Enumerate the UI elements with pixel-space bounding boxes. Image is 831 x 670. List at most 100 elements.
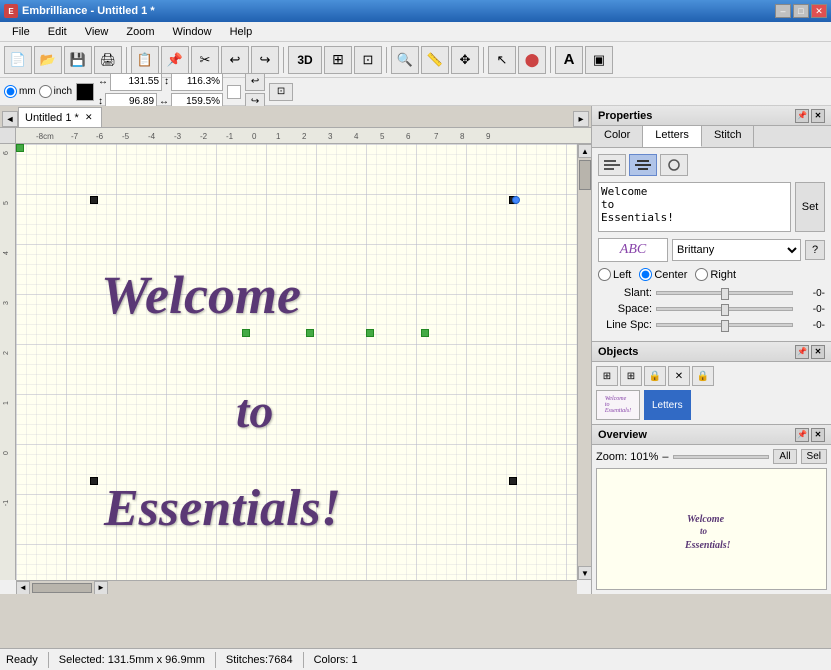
obj-tb-delete[interactable]: ✕ [668,366,690,386]
menu-edit[interactable]: Edit [40,24,75,40]
text-button[interactable]: A [555,46,583,74]
transform-button[interactable]: ⊡ [269,83,293,101]
undo2-button[interactable]: ↩ [245,73,265,91]
fill-button[interactable]: ⬤ [518,46,546,74]
zoom-track[interactable] [673,455,770,459]
handle-tl[interactable] [90,196,98,204]
open-button[interactable]: 📂 [34,46,62,74]
object-thumbnail[interactable]: WelcometoEssentials! [596,390,640,420]
handle-mid-2[interactable] [242,329,250,337]
tab-letters[interactable]: Letters [643,126,702,147]
menu-window[interactable]: Window [164,24,219,40]
slant-thumb[interactable] [721,288,729,300]
copy-button[interactable]: 📋 [131,46,159,74]
grid-button[interactable]: ⊞ [324,46,352,74]
set-button[interactable]: Set [795,182,825,232]
tab-color[interactable]: Color [592,126,643,147]
line-spc-thumb[interactable] [721,320,729,332]
obj-tb-grid1[interactable]: ⊞ [596,366,618,386]
handle-mid-5[interactable] [421,329,429,337]
sel-button[interactable]: Sel [801,449,827,464]
undo-button[interactable]: ↩ [221,46,249,74]
handle-br[interactable] [509,477,517,485]
all-button[interactable]: All [773,449,796,464]
move-button[interactable]: ✥ [451,46,479,74]
tab-nav-left[interactable]: ◄ [2,111,18,127]
maximize-button[interactable]: □ [793,4,809,18]
scissors-button[interactable]: ✂ [191,46,219,74]
space-track[interactable] [656,307,793,311]
document-tab[interactable]: Untitled 1 * ✕ [18,107,102,127]
width-label: ↕ [164,76,169,87]
vscroll-down[interactable]: ▼ [578,566,591,580]
3d-button[interactable]: 3D [288,46,322,74]
menu-view[interactable]: View [77,24,117,40]
frame-button[interactable]: ▣ [585,46,613,74]
hscroll-left[interactable]: ◄ [16,581,30,595]
menu-zoom[interactable]: Zoom [118,24,162,40]
radio-center-input[interactable] [639,268,652,281]
tab-stitch[interactable]: Stitch [702,126,755,147]
obj-tb-lock2[interactable]: 🔒 [692,366,714,386]
handle-bl[interactable] [90,477,98,485]
toolbar-sep-5 [550,47,551,73]
select-button[interactable]: ↖ [488,46,516,74]
handle-mid-1[interactable] [16,144,24,152]
radio-right[interactable]: Right [695,268,736,281]
overview-close-button[interactable]: ✕ [811,428,825,442]
menu-file[interactable]: File [4,24,38,40]
vscroll-up[interactable]: ▲ [578,144,591,158]
radio-right-input[interactable] [695,268,708,281]
main-canvas[interactable]: Welcome to Essentials! [16,144,577,580]
handle-mid-4[interactable] [366,329,374,337]
properties-close-button[interactable]: ✕ [811,109,825,123]
color-box[interactable] [76,83,94,101]
tab-close-button[interactable]: ✕ [83,112,95,124]
aspect-ratio-box[interactable] [227,85,241,99]
hscroll-thumb[interactable] [32,583,92,593]
tab-nav-right[interactable]: ▸ [573,111,589,127]
unit-mm-input[interactable] [4,85,17,98]
align-left-button[interactable] [598,154,626,176]
slant-track[interactable] [656,291,793,295]
redo-button[interactable]: ↪ [251,46,279,74]
align-circle-button[interactable] [660,154,688,176]
overview-pin-button[interactable]: 📌 [795,428,809,442]
text-content-input[interactable]: Welcome to Essentials! [598,182,791,232]
objects-pin-button[interactable]: 📌 [795,345,809,359]
handle-tr-blue[interactable] [512,196,520,204]
x-input[interactable] [110,73,162,91]
hscroll-right[interactable]: ► [94,581,108,595]
handle-mid-3[interactable] [306,329,314,337]
font-select[interactable]: Brittany [672,239,801,261]
close-button[interactable]: ✕ [811,4,827,18]
obj-tb-lock1[interactable]: 🔒 [644,366,666,386]
object-label[interactable]: Letters [644,390,691,420]
radio-left-input[interactable] [598,268,611,281]
radio-center[interactable]: Center [639,268,687,281]
properties-panel: Properties 📌 ✕ Color Letters Stitch [592,106,831,342]
properties-pin-button[interactable]: 📌 [795,109,809,123]
unit-inch-radio[interactable]: inch [39,85,72,98]
new-button[interactable]: 📄 [4,46,32,74]
paste-button[interactable]: 📌 [161,46,189,74]
width-input[interactable] [171,73,223,91]
space-thumb[interactable] [721,304,729,316]
unit-inch-input[interactable] [39,85,52,98]
menu-help[interactable]: Help [222,24,261,40]
font-help-button[interactable]: ? [805,240,825,260]
vscroll-thumb[interactable] [579,160,591,190]
print-button[interactable]: 🖨 [94,46,122,74]
minimize-button[interactable]: – [775,4,791,18]
fit-button[interactable]: ⊡ [354,46,382,74]
save-button[interactable]: 💾 [64,46,92,74]
zoom-button[interactable]: 🔍 [391,46,419,74]
objects-close-button[interactable]: ✕ [811,345,825,359]
obj-tb-grid2[interactable]: ⊞ [620,366,642,386]
vscroll-track[interactable] [578,158,591,566]
unit-mm-radio[interactable]: mm [4,85,36,98]
line-spc-track[interactable] [656,323,793,327]
measure-button[interactable]: 📏 [421,46,449,74]
radio-left[interactable]: Left [598,268,631,281]
align-center-button[interactable] [629,154,657,176]
